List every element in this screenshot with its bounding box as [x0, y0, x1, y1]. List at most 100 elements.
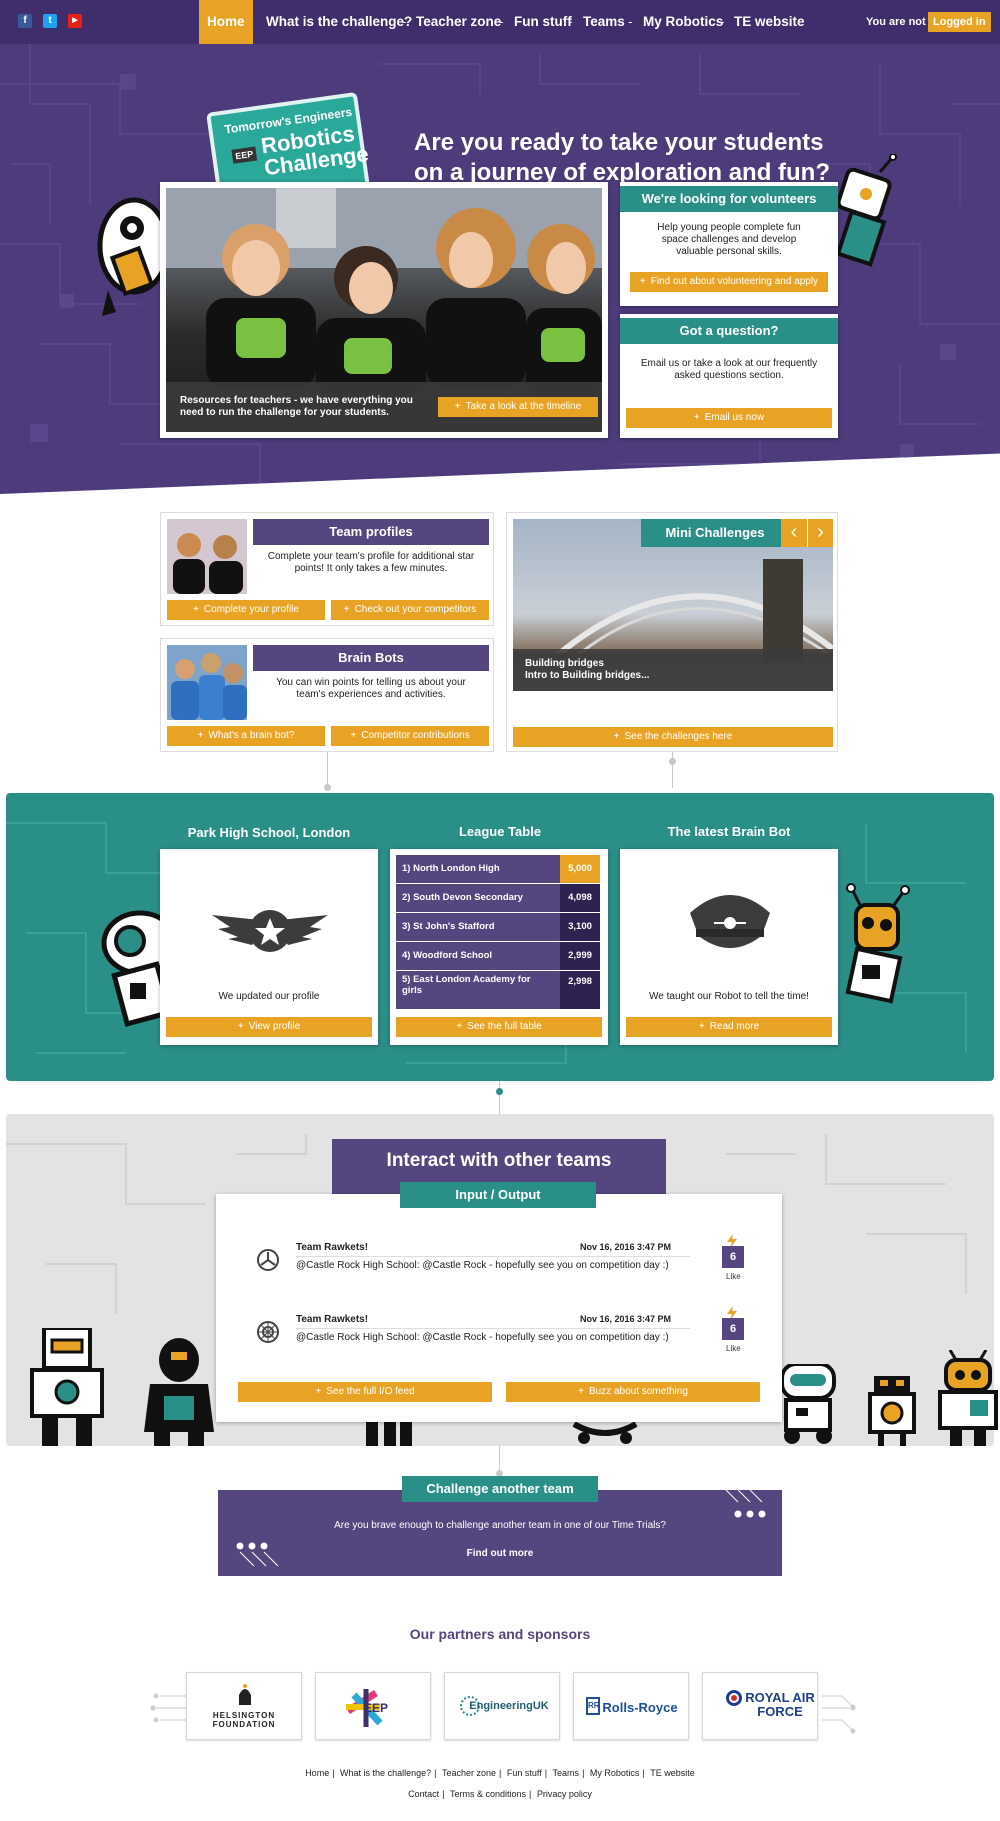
- nav-my-robotics[interactable]: My Robotics: [643, 0, 723, 44]
- complete-profile-button[interactable]: + Complete your profile: [167, 600, 325, 620]
- footer-link-home[interactable]: Home: [305, 1768, 329, 1778]
- footer-link-teacher-zone[interactable]: Teacher zone: [442, 1768, 496, 1778]
- nav-separator: -: [568, 14, 573, 29]
- footer-link-teams[interactable]: Teams: [553, 1768, 580, 1778]
- like-button[interactable]: Like: [726, 1272, 741, 1281]
- league-row[interactable]: 3) St John's Stafford 3,100: [396, 913, 600, 941]
- post-date: Nov 16, 2016 3:47 PM: [580, 1314, 672, 1324]
- team-profiles-card: Team profiles Complete your team's profi…: [160, 512, 494, 626]
- partner-eep[interactable]: EEP: [315, 1672, 431, 1740]
- competitor-contributions-button[interactable]: + Competitor contributions: [331, 726, 489, 746]
- nav-teams[interactable]: Teams: [583, 0, 625, 44]
- helsington-dome-icon: [239, 1684, 251, 1705]
- team-profiles-text: Complete your team's profile for additio…: [267, 551, 475, 574]
- photo-caption-text: Resources for teachers - we have everyth…: [180, 395, 413, 418]
- read-more-button[interactable]: + Read more: [626, 1017, 832, 1037]
- login-button[interactable]: Logged in: [928, 12, 991, 32]
- partner-engineeringuk[interactable]: EngineeringUK: [444, 1672, 560, 1740]
- connector-dot: [324, 784, 331, 791]
- post-body: @Castle Rock High School: @Castle Rock -…: [296, 1260, 669, 1271]
- mini-challenges-title: Mini Challenges: [665, 525, 765, 540]
- partner-rolls-royce[interactable]: RR Rolls-Royce: [573, 1672, 689, 1740]
- bridge-photo: Mini Challenges ‹ › Building bridges Int…: [513, 519, 833, 691]
- nav-what-is-the-challenge[interactable]: What is the challenge?: [266, 0, 412, 44]
- full-io-feed-button[interactable]: + See the full I/O feed: [238, 1382, 492, 1402]
- post-author[interactable]: Team Rawkets!: [296, 1242, 368, 1253]
- partner-raf[interactable]: ROYAL AIR FORCE: [702, 1672, 818, 1740]
- check-competitors-button[interactable]: + Check out your competitors: [331, 600, 489, 620]
- nav-separator: -: [402, 14, 407, 29]
- logo-title: Robotics Challenge: [259, 121, 370, 181]
- robot-illustration: [780, 1364, 836, 1444]
- volunteers-title: We're looking for volunteers: [620, 186, 838, 212]
- question-text: Email us or take a look at our frequentl…: [640, 358, 818, 381]
- facebook-icon[interactable]: f: [18, 14, 32, 28]
- prev-arrow-icon[interactable]: ‹: [781, 519, 807, 547]
- login-status-text: You are not: [866, 16, 926, 28]
- see-full-table-button[interactable]: + See the full table: [396, 1017, 602, 1037]
- email-us-button[interactable]: + Email us now: [626, 408, 832, 428]
- see-challenges-button[interactable]: + See the challenges here: [513, 727, 833, 747]
- brain-bot-text: We taught our Robot to tell the time!: [649, 991, 809, 1002]
- footer-link-terms[interactable]: Terms & conditions: [450, 1789, 526, 1799]
- like-count[interactable]: 6: [722, 1318, 744, 1340]
- partner-name: EEP: [363, 1701, 388, 1715]
- whats-a-brain-bot-button[interactable]: + What's a brain bot?: [167, 726, 325, 746]
- nav-teacher-zone[interactable]: Teacher zone: [416, 0, 501, 44]
- nav-fun-stuff[interactable]: Fun stuff: [514, 0, 572, 44]
- league-row[interactable]: 4) Woodford School 2,999: [396, 942, 600, 970]
- footer-link-challenge[interactable]: What is the challenge?: [340, 1768, 431, 1778]
- partner-helsington[interactable]: HELSINGTON FOUNDATION: [186, 1672, 302, 1740]
- volunteers-text: Help young people complete fun space cha…: [657, 222, 801, 257]
- robot-illustration: [845, 883, 910, 1004]
- buzz-about-something-button[interactable]: + Buzz about something: [506, 1382, 760, 1402]
- bridge-caption-subtitle[interactable]: Intro to Building bridges...: [525, 670, 649, 681]
- like-button[interactable]: Like: [726, 1344, 741, 1353]
- question-card: Got a question? Email us or take a look …: [620, 314, 838, 438]
- nav-separator: -: [628, 14, 633, 29]
- wings-badge-icon: [212, 910, 328, 952]
- bridge-caption-title[interactable]: Building bridges: [525, 658, 604, 669]
- school-card: We updated our profile + View profile: [160, 849, 378, 1045]
- footer-nav: Home | What is the challenge? | Teacher zo…: [305, 1768, 695, 1778]
- top-nav: f t ▶ Home What is the challenge? - Teac…: [0, 0, 1000, 44]
- circuit-dots-icon: [236, 1542, 279, 1567]
- team-avatar-icon: [257, 1249, 279, 1271]
- footer-link-te-website[interactable]: TE website: [650, 1768, 695, 1778]
- league-table-card: 1) North London High 5,000 2) South Devon…: [390, 849, 608, 1045]
- league-row[interactable]: 5) East London Academy for girls 2,998: [396, 971, 600, 1009]
- post-date: Nov 16, 2016 3:47 PM: [580, 1242, 672, 1252]
- nav-home[interactable]: Home: [199, 0, 253, 44]
- partner-name: EngineeringUK: [469, 1700, 549, 1712]
- footer-link-fun-stuff[interactable]: Fun stuff: [507, 1768, 542, 1778]
- post-author[interactable]: Team Rawkets!: [296, 1314, 368, 1325]
- league-row[interactable]: 2) South Devon Secondary 4,098: [396, 884, 600, 912]
- connector-dot: [496, 1088, 503, 1095]
- teacher-resources-card: Resources for teachers - we have everyth…: [160, 182, 608, 438]
- hero-title: Are you ready to take your students on a…: [414, 129, 831, 186]
- volunteer-apply-button[interactable]: + Find out about volunteering and apply: [630, 272, 828, 292]
- volunteers-card: We're looking for volunteers Help young …: [620, 182, 838, 306]
- like-count[interactable]: 6: [722, 1246, 744, 1268]
- next-arrow-icon[interactable]: ›: [807, 519, 833, 547]
- find-out-more-link[interactable]: Find out more: [218, 1548, 782, 1559]
- connector-line: [327, 752, 328, 788]
- footer-link-my-robotics[interactable]: My Robotics: [590, 1768, 640, 1778]
- youtube-icon[interactable]: ▶: [68, 14, 82, 28]
- timeline-button[interactable]: + Take a look at the timeline: [438, 397, 598, 417]
- partner-name: HELSINGTON FOUNDATION: [212, 1711, 276, 1729]
- circuit-dots-icon: [725, 1490, 766, 1518]
- school-title: Park High School, London: [187, 825, 351, 840]
- mini-challenges-header: Mini Challenges ‹ ›: [641, 519, 833, 547]
- post-divider: [296, 1256, 690, 1257]
- league-row[interactable]: 1) North London High 5,000: [396, 855, 600, 883]
- twitter-icon[interactable]: t: [43, 14, 57, 28]
- brain-bot-title: The latest Brain Bot: [667, 824, 791, 839]
- footer-link-privacy[interactable]: Privacy policy: [537, 1789, 592, 1799]
- brain-bots-title: Brain Bots: [253, 645, 489, 671]
- nav-te-website[interactable]: TE website: [734, 0, 805, 44]
- view-profile-button[interactable]: + View profile: [166, 1017, 372, 1037]
- question-title: Got a question?: [620, 318, 838, 344]
- footer-link-contact[interactable]: Contact: [408, 1789, 439, 1799]
- robot-illustration: [144, 1338, 214, 1446]
